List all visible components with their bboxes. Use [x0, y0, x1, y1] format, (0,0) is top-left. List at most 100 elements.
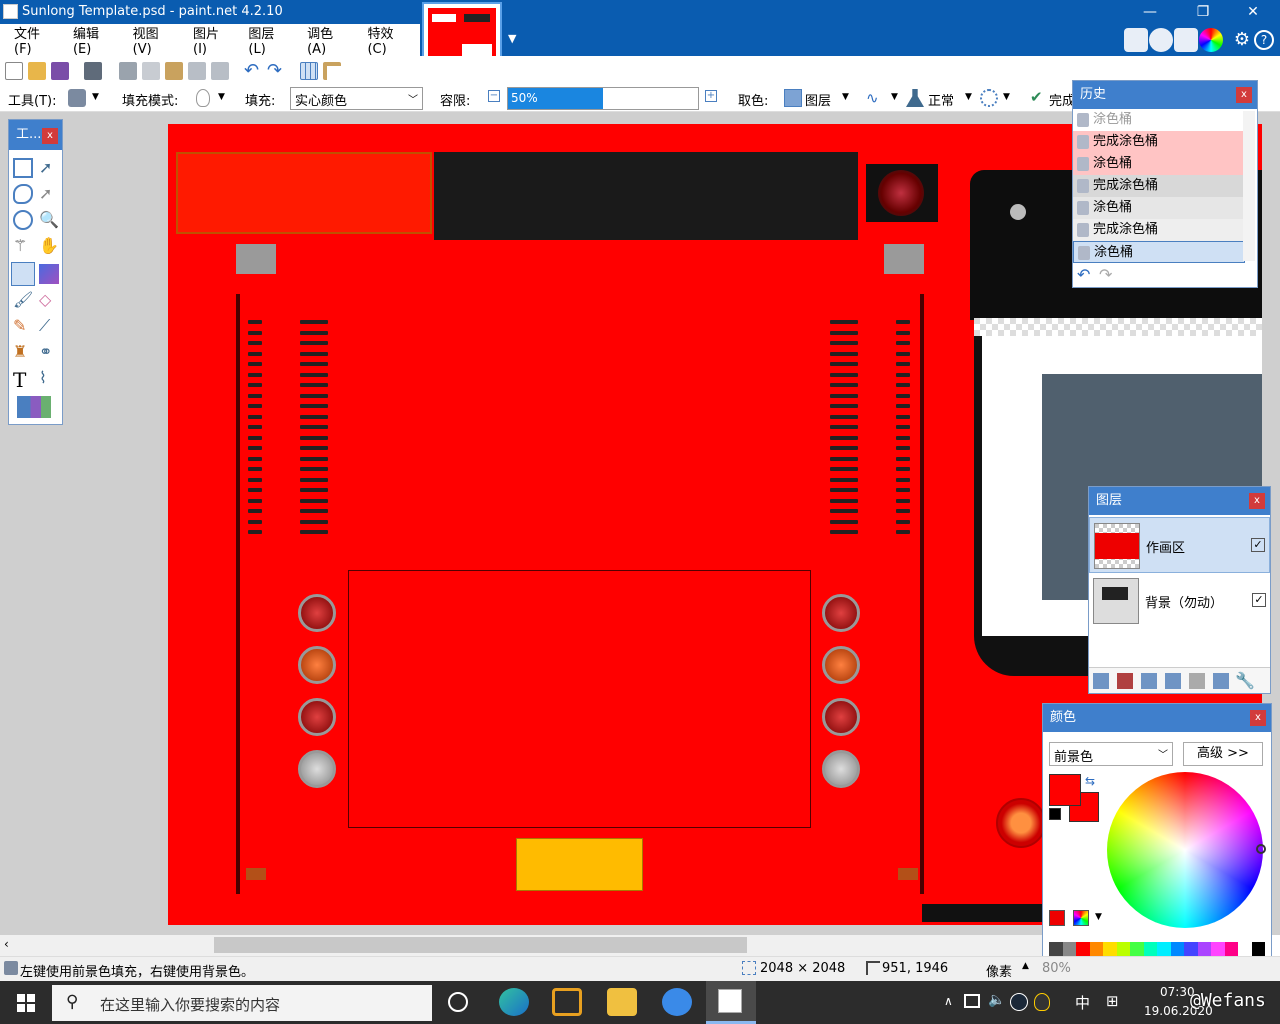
task-view-icon[interactable] [448, 992, 468, 1012]
move-selection-icon[interactable]: ➚ [39, 184, 59, 204]
ellipse-select-icon[interactable] [13, 210, 33, 230]
messenger-icon[interactable] [662, 988, 692, 1016]
duplicate-layer-icon[interactable] [1141, 673, 1157, 689]
paint-bucket-icon[interactable] [68, 89, 86, 107]
menu-layers[interactable]: 图层(L) [248, 23, 291, 57]
merge-layer-down-icon[interactable] [1165, 673, 1181, 689]
move-layer-up-icon[interactable] [1189, 673, 1205, 689]
palette-swatch[interactable] [1170, 942, 1184, 956]
tools-panel-close-button[interactable]: x [42, 128, 58, 144]
swap-colors-icon[interactable]: ⇆ [1085, 774, 1095, 788]
fill-mode-bulb-icon[interactable] [196, 89, 210, 107]
layer-row[interactable]: 作画区 ✓ [1089, 517, 1270, 573]
start-button[interactable] [17, 994, 35, 1012]
palette-swatch[interactable] [1238, 942, 1252, 956]
paint-bucket-tool-icon[interactable] [11, 262, 35, 286]
copy-icon[interactable] [142, 62, 160, 80]
color-picker-icon[interactable]: ⟋ [39, 316, 59, 336]
palette-swatch[interactable] [1224, 942, 1238, 956]
edge-browser-icon[interactable] [499, 988, 529, 1016]
eraser-icon[interactable]: ◇ [39, 290, 59, 310]
primary-color-swatch[interactable] [1049, 774, 1081, 806]
qq-icon[interactable] [1034, 993, 1050, 1011]
palette-swatch[interactable] [1089, 942, 1103, 956]
layer-visibility-checkbox[interactable]: ✓ [1252, 593, 1266, 607]
horizontal-scrollbar[interactable]: ‹ [0, 935, 1042, 956]
menu-image[interactable]: 图片(I) [193, 23, 232, 57]
palette-swatch[interactable] [1076, 942, 1090, 956]
palette-swatch[interactable] [1184, 942, 1198, 956]
save-icon[interactable] [51, 62, 69, 80]
add-layer-icon[interactable] [1093, 673, 1109, 689]
tools-window-icon[interactable] [1124, 28, 1148, 52]
pencil-icon[interactable]: ✎ [13, 316, 33, 336]
restore-button[interactable]: ❐ [1193, 2, 1213, 22]
chevron-down-icon[interactable]: ▼ [92, 92, 99, 102]
history-redo-icon[interactable]: ↷ [1099, 265, 1112, 284]
line-curve-icon[interactable]: ⌇ [39, 368, 59, 388]
file-explorer-icon[interactable] [607, 988, 637, 1016]
image-list-dropdown-icon[interactable]: ▼ [508, 32, 516, 45]
tolerance-decrease-button[interactable]: − [488, 90, 500, 102]
selection-mode-icon[interactable] [980, 89, 998, 107]
chevron-down-icon[interactable]: ▼ [1095, 912, 1102, 922]
palette-swatch[interactable] [1103, 942, 1117, 956]
chevron-down-icon[interactable]: ▼ [965, 92, 972, 102]
chevron-down-icon[interactable]: ▼ [891, 92, 898, 102]
menu-edit[interactable]: 编辑(E) [73, 23, 117, 57]
palette-swatch[interactable] [1062, 942, 1076, 956]
tolerance-increase-button[interactable]: + [705, 90, 717, 102]
volume-icon[interactable]: 🔈 [988, 992, 1005, 1008]
palette-swatch[interactable] [1130, 942, 1144, 956]
sampling-value[interactable]: 图层 [805, 90, 831, 109]
recolor-icon[interactable]: ⚭ [39, 342, 59, 362]
grid-icon[interactable] [300, 62, 318, 80]
ime-indicator[interactable]: 中 [1075, 992, 1090, 1013]
close-button[interactable]: ✕ [1243, 2, 1263, 22]
palette-swatch[interactable] [1157, 942, 1171, 956]
advanced-button[interactable]: 高级 >> [1183, 742, 1263, 766]
cut-icon[interactable] [119, 62, 137, 80]
menu-adjustments[interactable]: 调色(A) [307, 23, 351, 57]
scrollbar-thumb[interactable] [214, 937, 747, 953]
help-icon[interactable]: ? [1254, 30, 1274, 50]
layers-window-icon[interactable] [1174, 28, 1198, 52]
layer-row[interactable]: 背景（勿动） ✓ [1089, 573, 1270, 629]
menu-effects[interactable]: 特效(C) [367, 23, 412, 57]
color-wheel-marker[interactable] [1256, 844, 1266, 854]
checkmark-icon[interactable]: ✔ [1030, 88, 1043, 106]
text-tool-icon[interactable]: T [13, 368, 33, 392]
palette-swatch[interactable] [1143, 942, 1157, 956]
paintbrush-icon[interactable]: 🖌 [13, 290, 33, 310]
gradient-icon[interactable] [39, 264, 59, 284]
paintnet-taskbar-button[interactable] [706, 981, 756, 1024]
zoom-icon[interactable]: 🔍 [39, 210, 59, 230]
palette-swatch[interactable] [1049, 942, 1063, 956]
history-item[interactable]: 涂色桶 [1073, 153, 1245, 175]
settings-gear-icon[interactable]: ⚙ [1230, 28, 1254, 52]
history-panel-close-button[interactable]: x [1236, 87, 1252, 103]
chevron-up-icon[interactable]: ▲ [1022, 961, 1029, 971]
history-item[interactable]: 完成涂色桶 [1073, 219, 1245, 241]
palette-swatch[interactable] [1211, 942, 1225, 956]
palette-menu-icon[interactable] [1049, 910, 1065, 926]
chevron-down-icon[interactable]: ▼ [1003, 92, 1010, 102]
history-item[interactable]: 涂色桶 [1073, 109, 1245, 131]
zoom-level[interactable]: 80% [1042, 961, 1071, 976]
palette-picker-icon[interactable] [1073, 910, 1089, 926]
menu-file[interactable]: 文件(F) [14, 23, 57, 57]
clone-stamp-icon[interactable]: ♜ [13, 342, 33, 362]
print-icon[interactable] [84, 62, 102, 80]
chevron-down-icon[interactable]: ▼ [218, 92, 225, 102]
colors-panel-close-button[interactable]: x [1250, 710, 1266, 726]
layer-sample-icon[interactable] [784, 89, 802, 107]
new-file-icon[interactable] [5, 62, 23, 80]
history-undo-icon[interactable]: ↶ [1077, 265, 1090, 284]
history-item[interactable]: 涂色桶 [1073, 197, 1245, 219]
color-mode-select[interactable]: 前景色 ﹀ [1049, 742, 1173, 766]
layer-visibility-checkbox[interactable]: ✓ [1251, 538, 1265, 552]
move-layer-down-icon[interactable] [1213, 673, 1229, 689]
layer-properties-wrench-icon[interactable]: 🔧 [1235, 671, 1255, 690]
tolerance-slider[interactable]: 50% [507, 87, 699, 110]
magic-wand-icon[interactable]: ⚚ [13, 236, 33, 256]
